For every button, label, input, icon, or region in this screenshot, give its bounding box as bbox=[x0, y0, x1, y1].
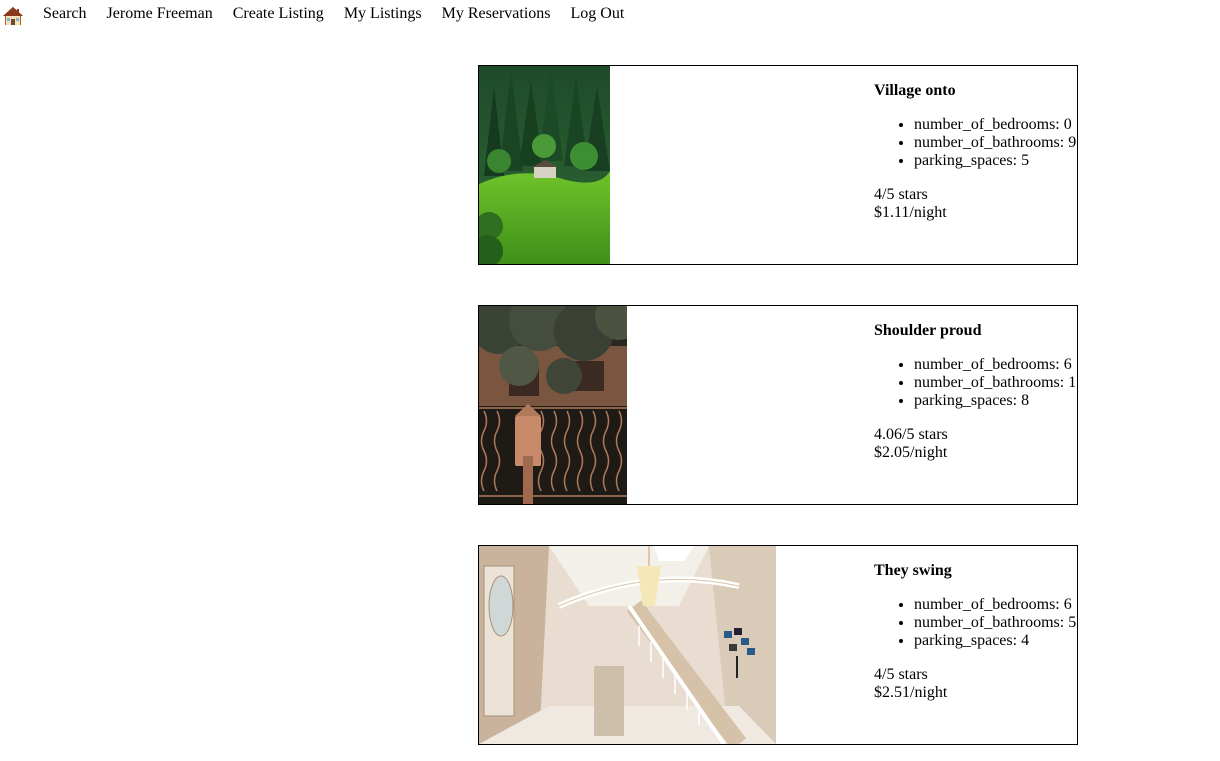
feature-parking: parking_spaces: 4 bbox=[914, 632, 1079, 650]
nav-user-link[interactable]: Jerome Freeman bbox=[107, 5, 213, 23]
feature-bathrooms: number_of_bathrooms: 5 bbox=[914, 614, 1079, 632]
listing-photo bbox=[479, 546, 776, 744]
feature-parking: parking_spaces: 8 bbox=[914, 392, 1079, 410]
listing-card[interactable]: Village onto number_of_bedrooms: 0 numbe… bbox=[478, 65, 1078, 265]
feature-bedrooms: number_of_bedrooms: 0 bbox=[914, 116, 1079, 134]
listing-info: They swing number_of_bedrooms: 6 number_… bbox=[874, 546, 1079, 702]
listing-rating: 4/5 stars bbox=[874, 666, 928, 683]
listing-title[interactable]: Village onto bbox=[874, 82, 1079, 100]
listing-card[interactable]: They swing number_of_bedrooms: 6 number_… bbox=[478, 545, 1078, 745]
listing-photo bbox=[479, 66, 610, 264]
listing-title[interactable]: Shoulder proud bbox=[874, 322, 1079, 340]
feature-parking: parking_spaces: 5 bbox=[914, 152, 1079, 170]
nav-create-listing-link[interactable]: Create Listing bbox=[233, 5, 324, 23]
nav-my-reservations-link[interactable]: My Reservations bbox=[442, 5, 551, 23]
listing-card[interactable]: Shoulder proud number_of_bedrooms: 6 num… bbox=[478, 305, 1078, 505]
listing-features: number_of_bedrooms: 6 number_of_bathroom… bbox=[874, 356, 1079, 410]
nav-log-out-link[interactable]: Log Out bbox=[570, 5, 624, 23]
listing-price: $2.51/night bbox=[874, 684, 948, 701]
listing-rating: 4/5 stars bbox=[874, 186, 928, 203]
listing-features: number_of_bedrooms: 6 number_of_bathroom… bbox=[874, 596, 1079, 650]
listing-info: Village onto number_of_bedrooms: 0 numbe… bbox=[874, 66, 1079, 222]
listing-price: $2.05/night bbox=[874, 444, 948, 461]
nav-search-link[interactable]: Search bbox=[43, 5, 87, 23]
feature-bedrooms: number_of_bedrooms: 6 bbox=[914, 596, 1079, 614]
listing-info: Shoulder proud number_of_bedrooms: 6 num… bbox=[874, 306, 1079, 462]
feature-bathrooms: number_of_bathrooms: 9 bbox=[914, 134, 1079, 152]
top-nav: Search Jerome Freeman Create Listing My … bbox=[0, 0, 644, 28]
listing-title[interactable]: They swing bbox=[874, 562, 1079, 580]
feature-bathrooms: number_of_bathrooms: 1 bbox=[914, 374, 1079, 392]
listing-photo bbox=[479, 306, 627, 504]
house-icon[interactable] bbox=[2, 5, 24, 27]
nav-my-listings-link[interactable]: My Listings bbox=[344, 5, 422, 23]
feature-bedrooms: number_of_bedrooms: 6 bbox=[914, 356, 1079, 374]
listing-rating: 4.06/5 stars bbox=[874, 426, 948, 443]
listing-features: number_of_bedrooms: 0 number_of_bathroom… bbox=[874, 116, 1079, 170]
listing-price: $1.11/night bbox=[874, 204, 947, 221]
